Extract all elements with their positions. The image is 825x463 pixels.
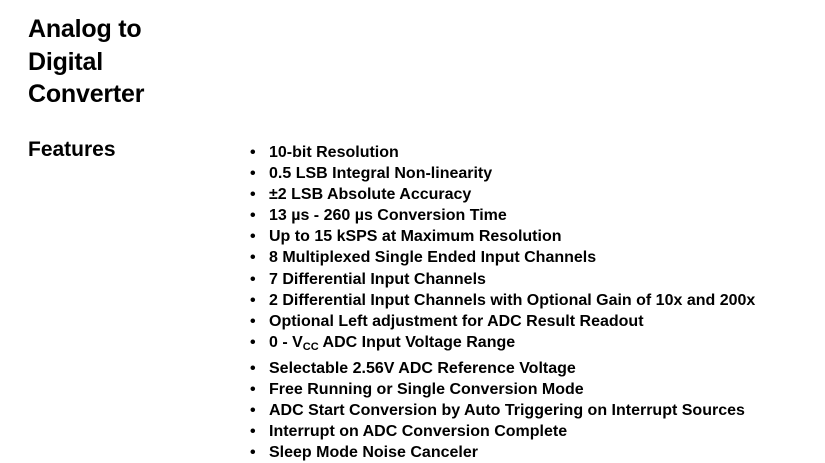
bullet-icon: • <box>250 312 256 330</box>
section-title-line: Digital <box>28 47 103 76</box>
feature-item: • Free Running or Single Conversion Mode <box>250 379 755 400</box>
feature-item: • 8 Multiplexed Single Ended Input Channe… <box>250 247 755 268</box>
feature-item: • 13 µs - 260 µs Conversion Time <box>250 205 755 226</box>
feature-item: • Sleep Mode Noise Canceler <box>250 442 755 463</box>
feature-item: • Up to 15 kSPS at Maximum Resolution <box>250 226 755 247</box>
feature-text-suffix: ADC Input Voltage Range <box>318 333 516 351</box>
datasheet-page: Analog to Digital Converter Features • 10… <box>0 0 825 463</box>
feature-item: • Interrupt on ADC Conversion Complete <box>250 421 755 442</box>
feature-item: • 0 - VCC ADC Input Voltage Range <box>250 332 755 358</box>
features-heading: Features <box>28 138 116 161</box>
feature-item: • 2 Differential Input Channels with Opti… <box>250 290 755 311</box>
feature-text: ADC Start Conversion by Auto Triggering … <box>269 402 745 420</box>
feature-text-prefix: 0 - V <box>269 333 303 351</box>
feature-text: 0 - VCC ADC Input Voltage Range <box>269 333 516 353</box>
feature-item: • 0.5 LSB Integral Non-linearity <box>250 163 755 184</box>
bullet-icon: • <box>250 165 256 183</box>
feature-text: 13 µs - 260 µs Conversion Time <box>269 207 507 225</box>
feature-text: Interrupt on ADC Conversion Complete <box>269 423 568 441</box>
feature-text: Sleep Mode Noise Canceler <box>269 444 478 462</box>
feature-item: • ADC Start Conversion by Auto Triggering… <box>250 400 755 421</box>
bullet-icon: • <box>250 270 256 288</box>
bullet-icon: • <box>250 207 256 225</box>
section-title-line: Converter <box>28 80 145 108</box>
bullet-icon: • <box>250 444 256 462</box>
feature-item: • Selectable 2.56V ADC Reference Voltage <box>250 358 755 379</box>
feature-text: Free Running or Single Conversion Mode <box>269 381 584 399</box>
bullet-icon: • <box>250 291 256 309</box>
feature-text: 0.5 LSB Integral Non-linearity <box>269 165 493 183</box>
feature-item: • 10-bit Resolution <box>250 142 755 163</box>
feature-text: 2 Differential Input Channels with Optio… <box>269 291 756 309</box>
feature-text-subscript: CC <box>302 340 319 353</box>
feature-text: 8 Multiplexed Single Ended Input Channel… <box>269 249 597 267</box>
bullet-icon: • <box>250 402 256 420</box>
bullet-icon: • <box>250 144 256 161</box>
feature-list: • 10-bit Resolution • 0.5 LSB Integral Non-… <box>250 142 755 463</box>
bullet-icon: • <box>250 186 256 204</box>
feature-item: • Optional Left adjustment for ADC Result… <box>250 311 755 332</box>
feature-item: • ±2 LSB Absolute Accuracy <box>250 184 755 205</box>
feature-text: Optional Left adjustment for ADC Result … <box>269 312 644 330</box>
bullet-icon: • <box>250 228 256 246</box>
bullet-icon: • <box>250 423 256 441</box>
bullet-icon: • <box>250 381 256 399</box>
bullet-icon: • <box>250 359 256 377</box>
feature-text: 10-bit Resolution <box>269 144 399 161</box>
feature-text: 7 Differential Input Channels <box>269 270 486 288</box>
section-title-line: Analog to <box>28 15 142 43</box>
section-title: Analog to Digital Converter <box>28 13 144 111</box>
feature-text: Selectable 2.56V ADC Reference Voltage <box>269 359 576 377</box>
feature-item: • 7 Differential Input Channels <box>250 269 755 290</box>
feature-text: Up to 15 kSPS at Maximum Resolution <box>269 228 562 246</box>
bullet-icon: • <box>250 333 256 351</box>
feature-text: ±2 LSB Absolute Accuracy <box>269 186 472 204</box>
bullet-icon: • <box>250 249 256 267</box>
